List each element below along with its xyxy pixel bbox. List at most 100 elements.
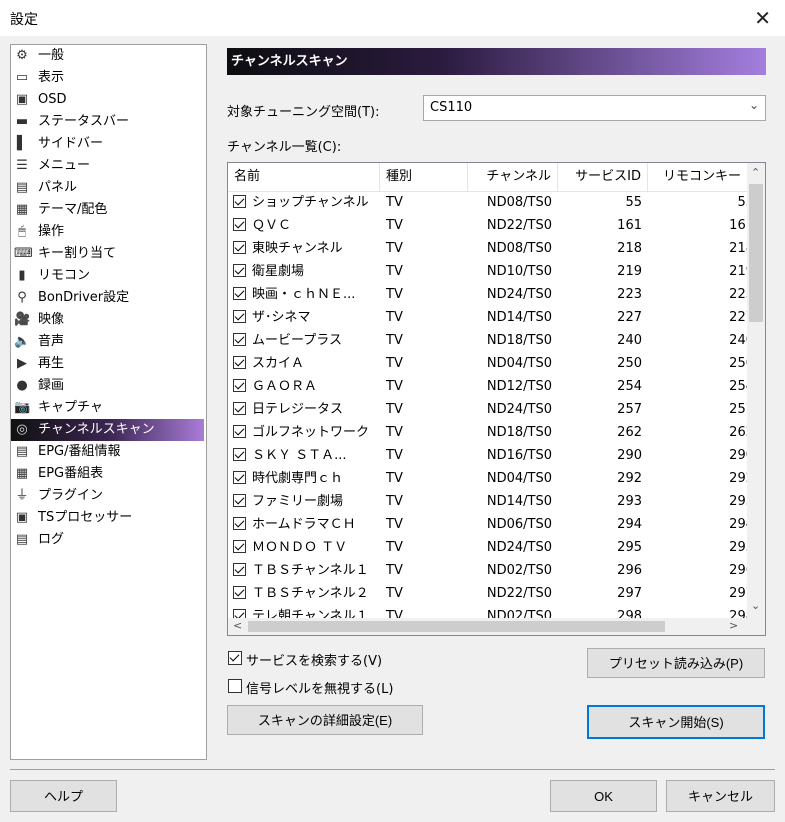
sidebar-item-operation[interactable]: 🖱 操作 — [11, 221, 206, 243]
row-checkbox[interactable] — [233, 241, 246, 254]
sidebar-item-label: チャンネルスキャン — [38, 422, 155, 437]
sidebar-item-recording[interactable]: ● 録画 — [11, 375, 206, 397]
sidebar-item-menu[interactable]: ☰ メニュー — [11, 155, 206, 177]
table-row[interactable]: 日テレジータス TV ND24/TS0 257 257 — [228, 398, 754, 421]
row-checkbox[interactable] — [233, 471, 246, 484]
sidebar-item-ts-processor[interactable]: ▣ TSプロセッサー — [11, 507, 206, 529]
row-checkbox[interactable] — [233, 448, 246, 461]
ok-button[interactable]: OK — [550, 780, 657, 812]
column-header-1[interactable]: 種別 — [380, 163, 468, 191]
close-icon[interactable]: ✕ — [754, 6, 771, 30]
row-checkbox[interactable] — [233, 333, 246, 346]
row-checkbox[interactable] — [233, 195, 246, 208]
horizontal-scroll-thumb[interactable] — [248, 621, 665, 632]
sidebar-item-theme[interactable]: ▦ テーマ/配色 — [11, 199, 206, 221]
sidebar-item-panel[interactable]: ▤ パネル — [11, 177, 206, 199]
row-checkbox[interactable] — [233, 402, 246, 415]
row-checkbox[interactable] — [233, 517, 246, 530]
row-checkbox[interactable] — [233, 540, 246, 553]
column-header-3[interactable]: サービスID — [558, 163, 648, 191]
row-checkbox[interactable] — [233, 356, 246, 369]
sidebar-item-sidebar[interactable]: ▌ サイドバー — [11, 133, 206, 155]
sidebar-item-log[interactable]: ▤ ログ — [11, 529, 206, 551]
table-row[interactable]: 衛星劇場 TV ND10/TS0 219 219 — [228, 260, 754, 283]
help-button[interactable]: ヘルプ — [10, 780, 117, 812]
tuning-space-select[interactable]: CS110 ⌄ — [423, 95, 766, 121]
table-row[interactable]: ファミリー劇場 TV ND14/TS0 293 293 — [228, 490, 754, 513]
cancel-button[interactable]: キャンセル — [666, 780, 775, 812]
table-row[interactable]: 映画・ｃｈＮＥ... TV ND24/TS0 223 223 — [228, 283, 754, 306]
sidebar-item-bondriver[interactable]: ⚲ BonDriver設定 — [11, 287, 206, 309]
table-row[interactable]: ＭＯＮＤＯ ＴＶ TV ND24/TS0 295 295 — [228, 536, 754, 559]
sidebar-item-statusbar[interactable]: ▬ ステータスバー — [11, 111, 206, 133]
sidebar-item-general[interactable]: ⚙ 一般 — [11, 45, 206, 67]
cell-col-2: ND16/TS0 — [486, 448, 552, 463]
sidebar-item-epg-table[interactable]: ▦ EPG番組表 — [11, 463, 206, 485]
sidebar-item-osd[interactable]: ▣ OSD — [11, 89, 206, 111]
channel-list[interactable]: 名前 種別 チャンネル サービスID リモコンキー ショップチャンネル TV ND08/TS… — [227, 162, 766, 636]
sidebar-item-epg-info[interactable]: ▤ EPG/番組情報 — [11, 441, 206, 463]
search-service-label[interactable]: サービスを検索する(V) — [246, 650, 382, 669]
row-checkbox[interactable] — [233, 310, 246, 323]
cell-col-1: TV — [386, 494, 403, 509]
ignore-signal-checkbox[interactable] — [228, 679, 242, 693]
table-row[interactable]: ＳＫＹ ＳＴＡ... TV ND16/TS0 290 290 — [228, 444, 754, 467]
table-row[interactable]: 東映チャンネル TV ND08/TS0 218 218 — [228, 237, 754, 260]
sidebar-item-key-assign[interactable]: ⌨ キー割り当て — [11, 243, 206, 265]
table-row[interactable]: ショップチャンネル TV ND08/TS0 55 55 — [228, 191, 754, 214]
table-row[interactable]: ＴＢＳチャンネル２ TV ND22/TS0 297 297 — [228, 582, 754, 605]
vertical-scrollbar[interactable]: ⌃ ⌄ — [747, 163, 765, 618]
scan-detail-button[interactable]: スキャンの詳細設定(E) — [227, 705, 423, 735]
table-row[interactable]: ムービープラス TV ND18/TS0 240 240 — [228, 329, 754, 352]
vertical-scroll-thumb[interactable] — [749, 184, 763, 322]
cell-col-1: TV — [386, 540, 403, 555]
scroll-up-icon[interactable]: ⌃ — [751, 166, 760, 179]
sidebar-item-capture[interactable]: 📷 キャプチャ — [11, 397, 206, 419]
preset-load-button[interactable]: プリセット読み込み(P) — [587, 648, 765, 678]
table-row[interactable]: ザ･シネマ TV ND14/TS0 227 227 — [228, 306, 754, 329]
scroll-right-icon[interactable]: > — [729, 619, 738, 632]
row-checkbox[interactable] — [233, 586, 246, 599]
sidebar-item-video[interactable]: 🎥 映像 — [11, 309, 206, 331]
ignore-signal-label[interactable]: 信号レベルを無視する(L) — [246, 678, 393, 697]
row-checkbox[interactable] — [233, 264, 246, 277]
table-row[interactable]: 時代劇専門ｃｈ TV ND04/TS0 292 292 — [228, 467, 754, 490]
column-header-2[interactable]: チャンネル — [468, 163, 558, 191]
row-checkbox[interactable] — [233, 379, 246, 392]
cell-col-0: ホームドラマＣＨ — [252, 517, 356, 532]
cell-col-3: 250 — [617, 356, 642, 371]
epg-info-icon: ▤ — [15, 444, 29, 459]
theme-icon: ▦ — [15, 202, 29, 217]
settings-nav-list[interactable]: ⚙ 一般 ▭ 表示 ▣ OSD ▬ ステータスバー ▌ サイドバー ☰ メニュー ▤ パネル ▦ テーマ/配色… — [10, 44, 207, 760]
sidebar-item-audio[interactable]: 🔈 音声 — [11, 331, 206, 353]
table-row[interactable]: スカイＡ TV ND04/TS0 250 250 — [228, 352, 754, 375]
horizontal-scrollbar[interactable]: < > — [228, 618, 747, 635]
search-service-checkbox[interactable] — [228, 651, 242, 665]
sidebar-item-remote[interactable]: ▮ リモコン — [11, 265, 206, 287]
cell-col-3: 293 — [617, 494, 642, 509]
row-checkbox[interactable] — [233, 563, 246, 576]
sidebar-item-plugin[interactable]: ⏚ プラグイン — [11, 485, 206, 507]
sidebar-item-label: リモコン — [38, 268, 91, 283]
row-checkbox[interactable] — [233, 287, 246, 300]
table-row[interactable]: ＧＡＯＲＡ TV ND12/TS0 254 254 — [228, 375, 754, 398]
table-row[interactable]: ＱＶＣ TV ND22/TS0 161 161 — [228, 214, 754, 237]
sidebar-item-label: 音声 — [38, 334, 65, 349]
table-row[interactable]: ＴＢＳチャンネル１ TV ND02/TS0 296 296 — [228, 559, 754, 582]
scan-start-button[interactable]: スキャン開始(S) — [587, 705, 765, 739]
column-header-0[interactable]: 名前 — [228, 163, 380, 191]
tuning-space-value: CS110 — [430, 100, 473, 115]
scroll-left-icon[interactable]: < — [233, 619, 242, 632]
table-row[interactable]: ゴルフネットワーク TV ND18/TS0 262 262 — [228, 421, 754, 444]
row-checkbox[interactable] — [233, 425, 246, 438]
sidebar-item-label: 録画 — [38, 378, 65, 393]
sidebar-item-playback[interactable]: ▶ 再生 — [11, 353, 206, 375]
column-header-4[interactable]: リモコンキー — [648, 163, 748, 191]
cell-col-0: ＴＢＳチャンネル１ — [252, 563, 369, 578]
scroll-down-icon[interactable]: ⌄ — [751, 599, 760, 612]
table-row[interactable]: ホームドラマＣＨ TV ND06/TS0 294 294 — [228, 513, 754, 536]
sidebar-item-display[interactable]: ▭ 表示 — [11, 67, 206, 89]
row-checkbox[interactable] — [233, 218, 246, 231]
row-checkbox[interactable] — [233, 494, 246, 507]
sidebar-item-channel-scan[interactable]: ◎ チャンネルスキャン — [11, 419, 204, 441]
